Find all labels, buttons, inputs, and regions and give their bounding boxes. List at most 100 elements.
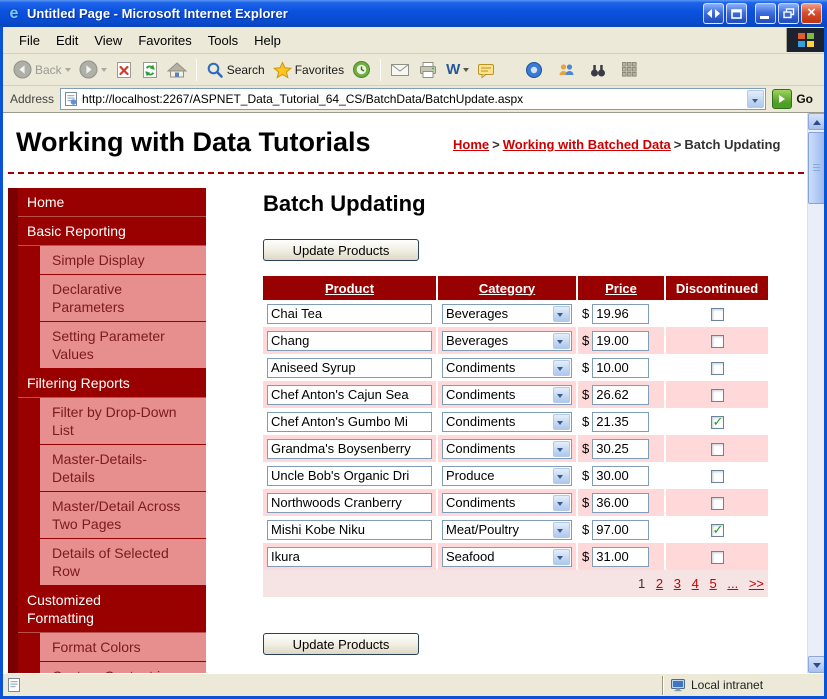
column-header-price[interactable]: Price (605, 281, 637, 296)
sidebar-item-filter-by-drop-down-list[interactable]: Filter by Drop-Down List (40, 398, 206, 444)
product-input[interactable] (267, 384, 432, 405)
chevron-down-icon[interactable] (553, 359, 570, 376)
product-input[interactable] (267, 330, 432, 351)
search-button[interactable]: Search (202, 59, 269, 81)
scroll-up-button[interactable] (808, 113, 824, 130)
scroll-down-button[interactable] (808, 656, 824, 673)
category-select[interactable]: Condiments (442, 411, 572, 432)
pager-page-5[interactable]: 5 (709, 576, 716, 591)
chevron-down-icon[interactable] (553, 467, 570, 484)
category-select[interactable]: Condiments (442, 384, 572, 405)
discontinued-checkbox[interactable] (710, 551, 724, 565)
product-input[interactable] (267, 303, 432, 324)
chevron-down-icon[interactable] (553, 494, 570, 511)
sidebar-item-setting-parameter-values[interactable]: Setting Parameter Values (40, 322, 206, 368)
product-input[interactable] (267, 357, 432, 378)
forward-dropdown-icon[interactable] (100, 67, 107, 72)
product-input[interactable] (267, 465, 432, 486)
sidebar-section-filtering-reports[interactable]: Filtering Reports (18, 369, 206, 398)
discontinued-checkbox[interactable] (710, 308, 724, 322)
update-products-button-top[interactable]: Update Products (263, 239, 419, 261)
price-input[interactable] (592, 465, 650, 486)
category-select[interactable]: Condiments (442, 357, 572, 378)
stop-button[interactable] (111, 59, 137, 81)
sidebar-item-home[interactable]: Home (18, 188, 206, 217)
price-input[interactable] (592, 411, 650, 432)
edit-dropdown-icon[interactable] (463, 67, 470, 72)
breadcrumb-batched-data-link[interactable]: Working with Batched Data (503, 137, 671, 152)
product-input[interactable] (267, 411, 432, 432)
price-input[interactable] (592, 330, 650, 351)
pager-page-3[interactable]: 3 (674, 576, 681, 591)
pager-next[interactable]: >> (749, 576, 764, 591)
discontinued-checkbox[interactable] (710, 443, 724, 457)
category-select[interactable]: Produce (442, 465, 572, 486)
category-select[interactable]: Meat/Poultry (442, 519, 572, 540)
sidebar-item-master-details-details[interactable]: Master-Details-Details (40, 445, 206, 491)
pager-page-4[interactable]: 4 (692, 576, 699, 591)
product-input[interactable] (267, 519, 432, 540)
column-header-category[interactable]: Category (479, 281, 535, 296)
history-button[interactable] (348, 58, 375, 81)
titlebar-extra-button-1[interactable] (703, 3, 724, 24)
mail-button[interactable] (386, 60, 414, 80)
category-select[interactable]: Condiments (442, 492, 572, 513)
chevron-down-icon[interactable] (553, 521, 570, 538)
menu-edit[interactable]: Edit (48, 28, 86, 53)
discontinued-checkbox[interactable] (710, 470, 724, 484)
update-products-button-bottom[interactable]: Update Products (263, 633, 419, 655)
product-input[interactable] (267, 546, 432, 567)
product-input[interactable] (267, 492, 432, 513)
chevron-down-icon[interactable] (553, 386, 570, 403)
titlebar-extra-button-2[interactable] (726, 3, 747, 24)
discontinued-checkbox[interactable] (710, 335, 724, 349)
menu-help[interactable]: Help (246, 28, 289, 53)
sidebar-item-declarative-parameters[interactable]: Declarative Parameters (40, 275, 206, 321)
category-select[interactable]: Condiments (442, 438, 572, 459)
sidebar-section-customized-formatting[interactable]: Customized Formatting (18, 586, 206, 633)
discontinued-checkbox[interactable] (710, 414, 724, 430)
menu-file[interactable]: File (11, 28, 48, 53)
category-select[interactable]: Seafood (442, 546, 572, 567)
sidebar-item-custom-content[interactable]: Custom Content in a (40, 662, 206, 673)
restore-button[interactable] (778, 3, 799, 24)
price-input[interactable] (592, 492, 650, 513)
sidebar-item-simple-display[interactable]: Simple Display (40, 246, 206, 274)
sidebar-section-basic-reporting[interactable]: Basic Reporting (18, 217, 206, 246)
refresh-button[interactable] (137, 59, 163, 81)
sidebar-item-format-colors[interactable]: Format Colors (40, 633, 206, 661)
address-input[interactable] (78, 92, 747, 106)
edit-button[interactable]: W (442, 60, 473, 80)
forward-button[interactable] (75, 58, 111, 81)
scrollbar-track[interactable] (807, 113, 824, 673)
menu-tools[interactable]: Tools (200, 28, 246, 53)
category-select[interactable]: Beverages (442, 303, 572, 324)
discuss-button[interactable] (473, 59, 499, 81)
chevron-down-icon[interactable] (553, 332, 570, 349)
discontinued-checkbox[interactable] (710, 362, 724, 376)
research-button[interactable] (585, 60, 611, 80)
price-input[interactable] (592, 384, 650, 405)
back-button[interactable]: Back (9, 58, 75, 81)
messenger-button[interactable] (521, 59, 547, 81)
back-dropdown-icon[interactable] (64, 67, 71, 72)
sidebar-item-master-detail-across-two-pages[interactable]: Master/Detail Across Two Pages (40, 492, 206, 538)
chevron-down-icon[interactable] (553, 440, 570, 457)
column-header-product[interactable]: Product (325, 281, 374, 296)
breadcrumb-home-link[interactable]: Home (453, 137, 489, 152)
favorites-button[interactable]: Favorites (269, 59, 348, 81)
product-input[interactable] (267, 438, 432, 459)
discontinued-checkbox[interactable] (710, 497, 724, 511)
chevron-down-icon[interactable] (553, 413, 570, 430)
price-input[interactable] (592, 357, 650, 378)
menu-view[interactable]: View (86, 28, 130, 53)
discontinued-checkbox[interactable] (710, 522, 724, 538)
print-button[interactable] (414, 59, 442, 81)
chevron-down-icon[interactable] (553, 548, 570, 565)
close-button[interactable]: × (801, 3, 822, 24)
chevron-down-icon[interactable] (553, 305, 570, 322)
category-select[interactable]: Beverages (442, 330, 572, 351)
contacts-button[interactable] (553, 60, 579, 80)
pager-ellipsis[interactable]: ... (727, 576, 738, 591)
price-input[interactable] (592, 303, 650, 324)
